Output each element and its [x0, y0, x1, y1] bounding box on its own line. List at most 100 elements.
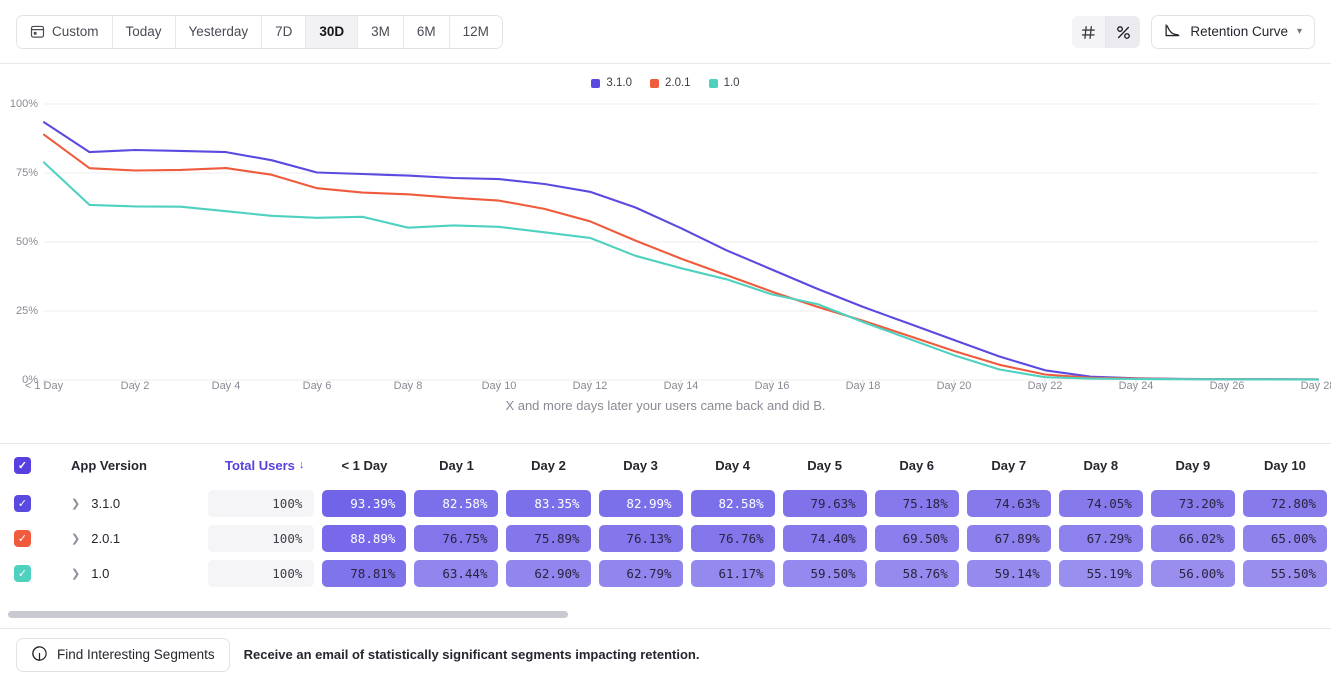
retention-value: 93.39% [322, 490, 406, 517]
x-axis-tick-label: Day 22 [1028, 380, 1063, 392]
range-button-3m[interactable]: 3M [358, 16, 404, 48]
retention-cell: 73.20% [1147, 486, 1239, 521]
column-header-label: Day 4 [715, 458, 750, 473]
column-header-label: Day 7 [991, 458, 1026, 473]
column-header-d10[interactable]: Day 10 [1239, 444, 1331, 486]
column-header-d7[interactable]: Day 7 [963, 444, 1055, 486]
retention-value: 66.02% [1151, 525, 1235, 552]
range-button-12m[interactable]: 12M [450, 16, 502, 48]
column-header-d5[interactable]: Day 5 [779, 444, 871, 486]
value-mode-toggle[interactable] [1071, 15, 1141, 49]
select-all-header: ✓ [0, 444, 45, 486]
column-header-name[interactable]: App Version [45, 444, 204, 486]
row-checkbox[interactable]: ✓ [14, 495, 31, 512]
range-label: 6M [417, 24, 436, 39]
retention-cell: 76.76% [687, 521, 779, 556]
chevron-right-icon[interactable]: ❯ [71, 532, 80, 545]
column-header-d9[interactable]: Day 9 [1147, 444, 1239, 486]
chevron-right-icon[interactable]: ❯ [71, 497, 80, 510]
find-interesting-segments-button[interactable]: Find Interesting Segments [16, 638, 230, 672]
row-checkbox[interactable]: ✓ [14, 565, 31, 582]
y-axis-labels: 100%75%50%25%0% [0, 92, 44, 382]
retention-cell: 82.58% [687, 486, 779, 521]
column-header-d4[interactable]: Day 4 [687, 444, 779, 486]
retention-value: 79.63% [783, 490, 867, 517]
retention-cell: 75.18% [871, 486, 963, 521]
retention-value: 76.76% [691, 525, 775, 552]
column-header-d1[interactable]: Day 1 [410, 444, 502, 486]
lightbulb-icon [31, 645, 48, 665]
range-button-30d[interactable]: 30D [306, 16, 358, 48]
chart-plot-area: 100%75%50%25%0% < 1 DayDay 2Day 4Day 6Da… [0, 92, 1331, 404]
retention-cell: 88.89% [318, 521, 410, 556]
legend-item-2.0.1[interactable]: 2.0.1 [650, 77, 691, 89]
retention-value: 63.44% [414, 560, 498, 587]
row-name-label: 3.1.0 [91, 496, 120, 511]
retention-curve-icon [1164, 23, 1181, 41]
column-header-total[interactable]: Total Users↓ [204, 444, 318, 486]
chart-type-dropdown[interactable]: Retention Curve ▾ [1151, 15, 1315, 49]
y-axis-tick-label: 75% [16, 167, 38, 179]
retention-value: 78.81% [322, 560, 406, 587]
date-range-selector[interactable]: CustomToday Yesterday 7D30D3M 6M 12M [16, 15, 503, 49]
chevron-right-icon[interactable]: ❯ [71, 567, 80, 580]
retention-value: 72.80% [1243, 490, 1327, 517]
column-header-label: Day 1 [439, 458, 474, 473]
select-all-checkbox[interactable]: ✓ [14, 457, 31, 474]
retention-cell: 72.80% [1239, 486, 1331, 521]
range-button-6m[interactable]: 6M [404, 16, 450, 48]
range-label: Yesterday [189, 24, 249, 39]
retention-value: 75.18% [875, 490, 959, 517]
column-header-label: App Version [71, 458, 147, 473]
column-header-d6[interactable]: Day 6 [871, 444, 963, 486]
range-label: 12M [463, 24, 489, 39]
column-header-label: Day 10 [1264, 458, 1306, 473]
chart-type-label: Retention Curve [1190, 24, 1288, 39]
total-users-value: 100% [208, 490, 314, 517]
legend-item-3.1.0[interactable]: 3.1.0 [591, 77, 632, 89]
column-header-d3[interactable]: Day 3 [595, 444, 687, 486]
retention-value: 56.00% [1151, 560, 1235, 587]
footer-note: Receive an email of statistically signif… [244, 647, 700, 662]
retention-chart: 3.1.02.0.11.0 100%75%50%25%0% < 1 DayDay… [0, 64, 1331, 444]
table-body: ✓❯3.1.0100%93.39%82.58%83.35%82.99%82.58… [0, 486, 1331, 591]
range-button-today[interactable]: Today [113, 16, 176, 48]
row-checkbox[interactable]: ✓ [14, 530, 31, 547]
header-row: ✓ App Version Total Users↓ < 1 Day Day 1 Day … [0, 444, 1331, 486]
hash-icon[interactable] [1072, 16, 1106, 49]
find-segments-label: Find Interesting Segments [57, 647, 215, 662]
table-scroll-container[interactable]: ✓ App Version Total Users↓ < 1 Day Day 1 Day … [0, 444, 1331, 628]
row-name-cell: ❯2.0.1 [45, 521, 204, 556]
column-header-label: Total Users [225, 458, 295, 473]
retention-value: 69.50% [875, 525, 959, 552]
y-axis-tick-label: 25% [16, 305, 38, 317]
retention-value: 59.50% [783, 560, 867, 587]
row-total-cell: 100% [204, 486, 318, 521]
range-button-custom[interactable]: Custom [17, 16, 113, 48]
retention-value: 76.75% [414, 525, 498, 552]
horizontal-scrollbar[interactable] [0, 611, 1331, 618]
retention-cell: 63.44% [410, 556, 502, 591]
legend-item-1.0[interactable]: 1.0 [709, 77, 740, 89]
retention-value: 82.99% [599, 490, 683, 517]
x-axis-tick-label: Day 14 [664, 380, 699, 392]
scrollbar-thumb[interactable] [8, 611, 568, 618]
range-button-yesterday[interactable]: Yesterday [176, 16, 263, 48]
table-row: ✓❯1.0100%78.81%63.44%62.90%62.79%61.17%5… [0, 556, 1331, 591]
range-button-7d[interactable]: 7D [262, 16, 306, 48]
percent-icon[interactable] [1106, 16, 1140, 49]
column-header-d0[interactable]: < 1 Day [318, 444, 410, 486]
column-header-label: < 1 Day [341, 458, 387, 473]
column-header-d8[interactable]: Day 8 [1055, 444, 1147, 486]
retention-value: 58.76% [875, 560, 959, 587]
retention-cell: 61.17% [687, 556, 779, 591]
retention-dashboard: CustomToday Yesterday 7D30D3M 6M 12M [0, 0, 1331, 680]
legend-label: 3.1.0 [606, 77, 632, 89]
row-total-cell: 100% [204, 556, 318, 591]
x-axis-tick-label: Day 8 [394, 380, 423, 392]
retention-cell: 56.00% [1147, 556, 1239, 591]
table-header: ✓ App Version Total Users↓ < 1 Day Day 1 Day … [0, 444, 1331, 486]
x-axis-tick-label: Day 6 [303, 380, 332, 392]
y-axis-tick-label: 100% [10, 98, 38, 110]
column-header-d2[interactable]: Day 2 [502, 444, 594, 486]
